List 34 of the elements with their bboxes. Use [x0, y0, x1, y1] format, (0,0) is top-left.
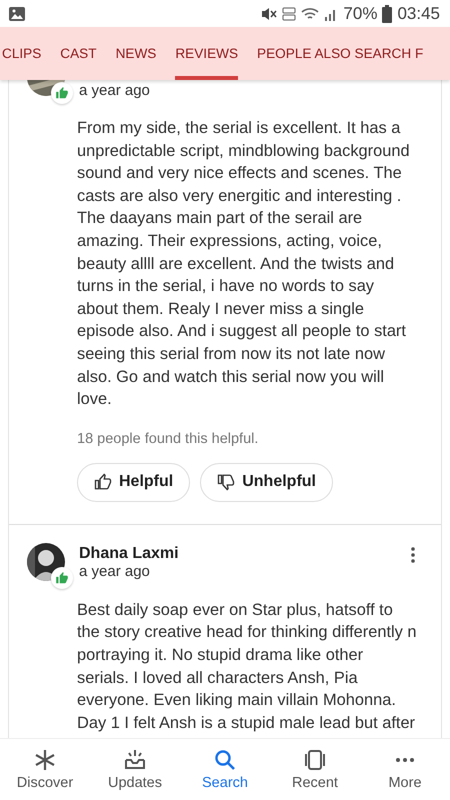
tab[interactable]: PEOPLE ALSO SEARCH F [257, 27, 424, 80]
thumbs-up-icon [55, 86, 69, 100]
review-text: Best daily soap ever on Star plus, hatsoff to the story creative head for thinking differently n portraying it. No stupid drama like other serials. I loved all characters Ansh, Pia everyone. Even liking main villain Mohonna. Day 1 I felt Ansh is a stupid male lead but after [77, 600, 418, 734]
review-time: a year ago [79, 562, 151, 580]
helpful-count: 18 people found this helpful. [77, 430, 260, 447]
review-text: From my side, the serial is excellent. It has a unpredictable script, mindblowing background sound and very nice effects and scenes. The casts are also very energitic and interesting . The daayans main part of the serail are amazing. Their expressions, acting, voice, beauty allll are excellent. And the twists and turns in the serial, i have no words to say about them. Realy I never miss a single episode also. And i suggest all people to start seeing this serial from now its not late now also. Go and watch this serial now you will love. [77, 118, 411, 410]
nav-item[interactable]: Discover [0, 739, 90, 800]
author-name: Dhana Laxmi [79, 544, 180, 563]
battery-percent: 70% [343, 4, 378, 24]
mute-icon [261, 6, 278, 22]
battery-icon [382, 4, 392, 22]
thumbs-up-icon [55, 570, 69, 585]
search-icon [213, 748, 237, 772]
tab[interactable]: NEWS [116, 27, 156, 80]
thumbs-up-icon [94, 473, 112, 492]
unhelpful-button[interactable]: Unhelpful [200, 462, 333, 502]
review-time: a year ago [79, 82, 151, 99]
thumbs-down-icon [217, 473, 236, 492]
wifi-icon [301, 6, 320, 22]
tab[interactable]: REVIEWS [175, 27, 238, 80]
tab[interactable]: CLIPS [2, 27, 42, 80]
network-icon [282, 6, 296, 22]
nav-item[interactable]: Updates [90, 739, 180, 800]
helpful-button[interactable]: Helpful [77, 462, 190, 502]
nav-item[interactable]: Recent [270, 739, 360, 800]
nav-item[interactable]: More [360, 739, 450, 800]
clock: 03:45 [397, 4, 440, 24]
image-icon [8, 6, 26, 22]
inbox-tray-icon [123, 748, 147, 772]
more-icon [396, 758, 414, 762]
tab[interactable]: CAST [60, 27, 97, 80]
asterisk-icon [33, 748, 57, 772]
nav-item[interactable]: Search [180, 739, 270, 800]
pages-icon [303, 748, 327, 772]
